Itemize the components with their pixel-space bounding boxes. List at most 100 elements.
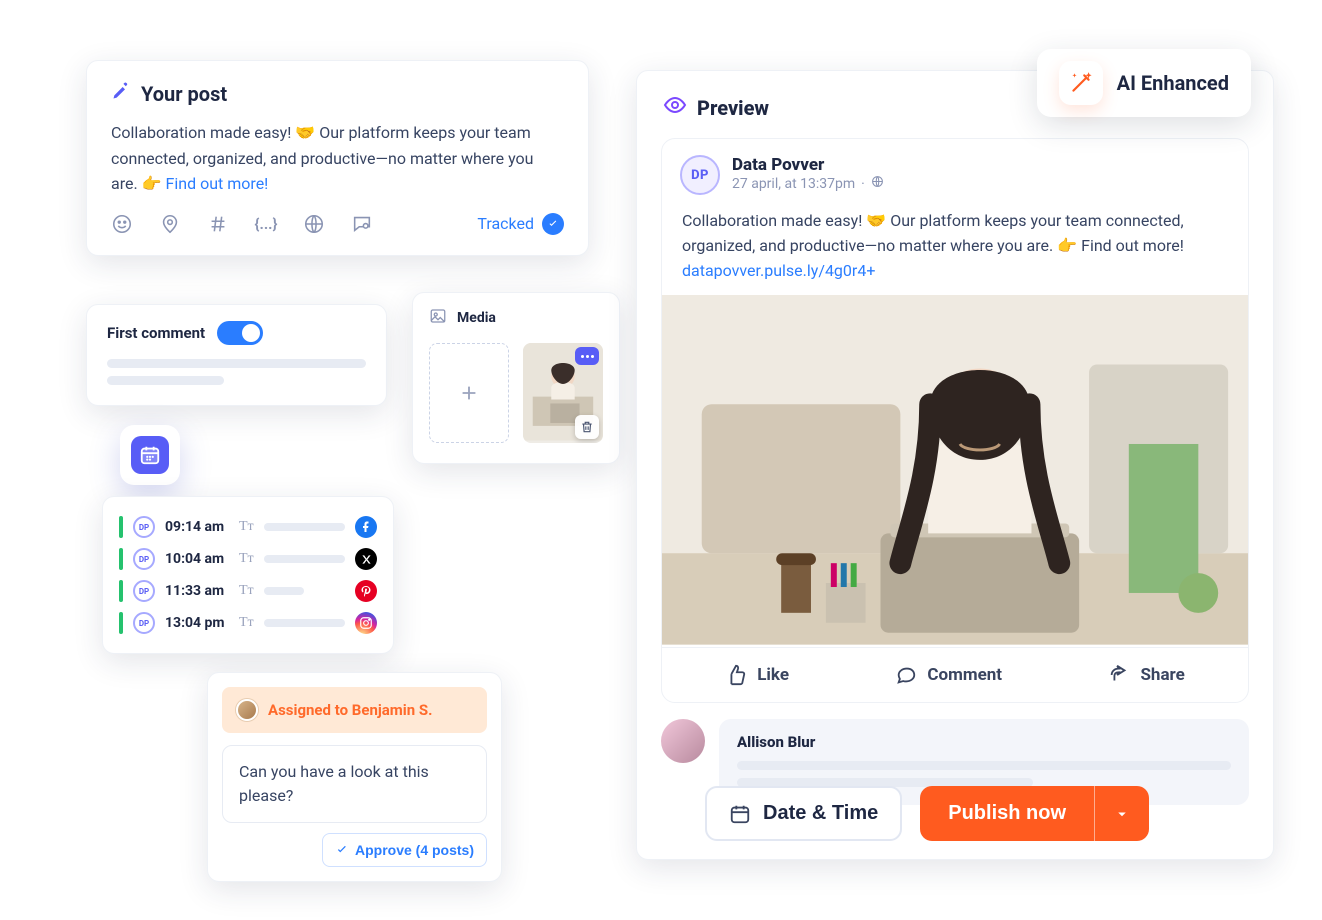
preview-short-link[interactable]: datapovver.pulse.ly/4g0r4+ <box>682 261 875 280</box>
handshake-emoji: 🤝 <box>295 120 315 146</box>
first-comment-row: First comment <box>107 321 366 345</box>
comment-author: Allison Blur <box>737 733 1231 751</box>
publish-now-button[interactable]: Publish now <box>920 786 1094 841</box>
like-button[interactable]: Like <box>715 658 799 692</box>
ai-enhanced-label: AI Enhanced <box>1117 71 1229 95</box>
assigned-card: Assigned to Benjamin S. Can you have a l… <box>207 672 502 882</box>
schedule-time: 10:04 am <box>165 551 229 567</box>
first-comment-label: First comment <box>107 324 205 342</box>
media-thumbnail[interactable] <box>523 343 603 443</box>
check-icon <box>542 213 564 235</box>
share-button[interactable]: Share <box>1098 658 1194 692</box>
avatar-icon <box>236 699 258 721</box>
publish-dropdown-button[interactable] <box>1094 786 1149 841</box>
comment-button[interactable]: Comment <box>885 658 1012 692</box>
preview-title: Preview <box>697 96 769 120</box>
globe-icon <box>871 175 884 192</box>
approve-label: Approve (4 posts) <box>355 842 474 858</box>
instagram-icon <box>355 612 377 634</box>
first-comment-toggle[interactable] <box>217 321 263 345</box>
text-type-icon: Tт <box>239 551 254 567</box>
your-post-title-row: Your post <box>111 81 564 106</box>
status-bar-icon <box>119 548 123 570</box>
point-right-emoji: 👉 <box>142 171 162 197</box>
add-media-button[interactable] <box>429 343 509 443</box>
post-toolbar: {...} Tracked <box>111 213 564 235</box>
calendar-badge[interactable] <box>120 425 180 485</box>
hashtag-icon[interactable] <box>207 213 229 235</box>
comment-label: Comment <box>927 665 1002 685</box>
schedule-time: 09:14 am <box>165 519 229 535</box>
your-post-title: Your post <box>141 82 227 106</box>
preview-actions-row: Like Comment Share <box>662 647 1248 702</box>
eye-icon <box>663 93 687 122</box>
post-link[interactable]: Find out more! <box>166 174 269 193</box>
skeleton-line <box>737 761 1231 770</box>
calendar-icon <box>131 436 169 474</box>
schedule-row[interactable]: DP 13:04 pm Tт <box>119 607 377 639</box>
location-icon[interactable] <box>159 213 181 235</box>
skeleton-line <box>264 619 345 627</box>
preview-post-header: DP Data Povver 27 april, at 13:37pm · <box>662 139 1248 201</box>
preview-text-c: Find out more! <box>1077 236 1184 255</box>
preview-text-a: Collaboration made easy! <box>682 211 866 230</box>
point-right-emoji: 👉 <box>1057 236 1077 255</box>
emoji-icon[interactable] <box>111 213 133 235</box>
skeleton-line <box>264 587 304 595</box>
schedule-row[interactable]: DP 11:33 am Tт <box>119 575 377 607</box>
status-bar-icon <box>119 516 123 538</box>
account-badge: DP <box>133 516 155 538</box>
preview-hero-image <box>662 295 1248 647</box>
media-card: Media <box>412 292 620 464</box>
facebook-icon <box>355 516 377 538</box>
account-avatar: DP <box>680 155 720 195</box>
post-datetime: 27 april, at 13:37pm · <box>732 175 884 192</box>
text-type-icon: Tт <box>239 615 254 631</box>
status-bar-icon <box>119 580 123 602</box>
skeleton-line <box>264 523 345 531</box>
ai-enhanced-badge[interactable]: AI Enhanced <box>1037 49 1251 117</box>
pencil-icon <box>111 81 131 106</box>
media-title-row: Media <box>429 307 603 329</box>
dot-separator: · <box>861 176 865 192</box>
your-post-card: Your post Collaboration made easy! 🤝 Our… <box>86 60 589 256</box>
chat-icon[interactable] <box>351 213 373 235</box>
tracked-link-toggle[interactable]: Tracked <box>477 213 564 235</box>
post-body[interactable]: Collaboration made easy! 🤝 Our platform … <box>111 120 564 197</box>
account-badge: DP <box>133 580 155 602</box>
tracked-label: Tracked <box>477 214 534 233</box>
media-title: Media <box>457 310 496 326</box>
pinterest-icon <box>355 580 377 602</box>
datetime-label: Date & Time <box>763 802 878 825</box>
text-type-icon: Tт <box>239 583 254 599</box>
publish-label: Publish now <box>948 802 1066 824</box>
post-datetime-text: 27 april, at 13:37pm <box>732 176 855 192</box>
skeleton-line <box>264 555 345 563</box>
text-type-icon: Tт <box>239 519 254 535</box>
schedule-time: 13:04 pm <box>165 615 229 631</box>
like-label: Like <box>757 665 789 685</box>
schedule-time: 11:33 am <box>165 583 229 599</box>
assigned-to-label: Assigned to Benjamin S. <box>268 701 432 719</box>
comment-avatar <box>661 719 705 763</box>
schedule-row[interactable]: DP 10:04 am Tт <box>119 543 377 575</box>
preview-post-body: Collaboration made easy! 🤝 Our platform … <box>662 201 1248 295</box>
variables-icon[interactable]: {...} <box>255 213 277 235</box>
media-options-button[interactable] <box>575 347 599 365</box>
assigned-banner: Assigned to Benjamin S. <box>222 687 487 733</box>
publish-button-group: Publish now <box>920 786 1149 841</box>
schedule-card: DP 09:14 am Tт DP 10:04 am Tт DP 11:33 a… <box>102 496 394 654</box>
handshake-emoji: 🤝 <box>866 211 886 230</box>
post-text-a: Collaboration made easy! <box>111 123 295 142</box>
approve-button[interactable]: Approve (4 posts) <box>322 833 487 867</box>
account-badge: DP <box>133 612 155 634</box>
publish-bottom-bar: Date & Time Publish now <box>705 786 1251 841</box>
first-comment-card: First comment <box>86 304 387 406</box>
datetime-button[interactable]: Date & Time <box>705 786 902 841</box>
x-icon <box>355 548 377 570</box>
skeleton-line <box>107 376 224 385</box>
delete-media-button[interactable] <box>575 415 599 439</box>
globe-icon[interactable] <box>303 213 325 235</box>
account-badge: DP <box>133 548 155 570</box>
schedule-row[interactable]: DP 09:14 am Tт <box>119 511 377 543</box>
